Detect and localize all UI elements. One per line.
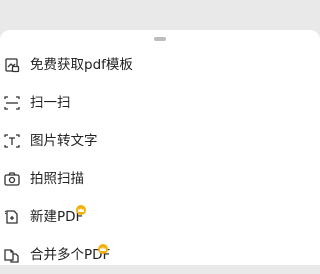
menu-item-new-pdf[interactable]: 新建PDF (0, 198, 320, 236)
menu-item-label: 扫一扫 (30, 95, 71, 111)
menu-item-scan[interactable]: 扫一扫 (0, 84, 320, 122)
scan-icon (3, 94, 21, 112)
menu-item-merge-pdf[interactable]: 合并多个PDF (0, 236, 320, 274)
camera-icon (3, 170, 21, 188)
menu-item-label: 免费获取pdf模板 (30, 57, 133, 73)
vip-crown-icon (98, 244, 108, 254)
merge-pdf-icon (3, 246, 21, 264)
drag-handle[interactable] (154, 37, 166, 41)
template-icon (3, 56, 21, 74)
menu-item-image-to-text[interactable]: 图片转文字 (0, 122, 320, 160)
menu-item-label: 图片转文字 (30, 133, 98, 149)
menu-item-pdf-template[interactable]: 免费获取pdf模板 (0, 46, 320, 84)
vip-crown-icon (76, 205, 86, 215)
new-pdf-icon (3, 208, 21, 226)
menu-item-photo-scan[interactable]: 拍照扫描 (0, 160, 320, 198)
image-to-text-icon (3, 132, 21, 150)
bottom-sheet: 免费获取pdf模板 扫一扫 图片转文字 拍照扫描 新建PDF 合并多个PDF (0, 30, 320, 265)
menu-item-label: 拍照扫描 (30, 171, 84, 187)
